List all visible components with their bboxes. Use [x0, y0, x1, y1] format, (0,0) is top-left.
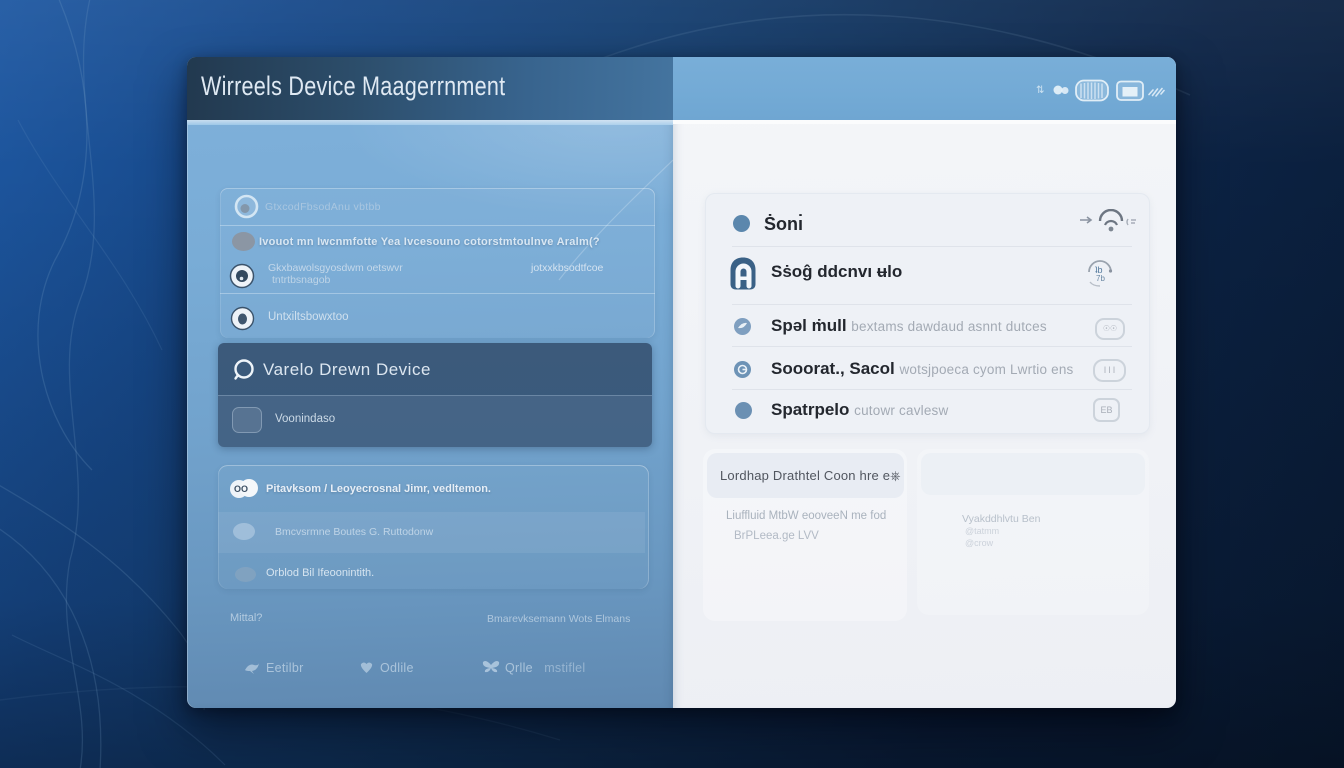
- svg-text:⇅: ⇅: [1036, 85, 1044, 96]
- svg-text:OO: OO: [234, 484, 248, 494]
- svg-text:7b: 7b: [1096, 274, 1105, 283]
